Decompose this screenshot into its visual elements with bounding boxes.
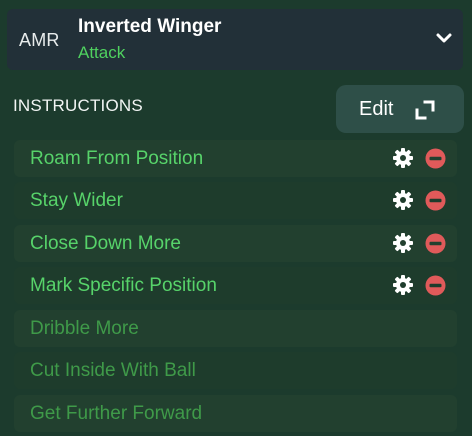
- role-selector[interactable]: AMR Inverted Winger Attack: [7, 9, 463, 70]
- role-name: Inverted Winger: [78, 16, 222, 37]
- gear-icon[interactable]: [392, 274, 414, 296]
- instruction-row-active[interactable]: Stay Wider: [14, 182, 457, 219]
- position-abbreviation: AMR: [19, 30, 60, 50]
- instruction-row-active[interactable]: Mark Specific Position: [14, 267, 457, 304]
- instruction-label: Close Down More: [30, 233, 181, 254]
- instruction-label: Dribble More: [30, 318, 139, 339]
- role-duty: Attack: [78, 43, 126, 62]
- edit-button[interactable]: Edit: [336, 85, 464, 133]
- instruction-row-active[interactable]: Roam From Position: [14, 140, 457, 177]
- remove-icon[interactable]: [425, 148, 446, 169]
- remove-icon[interactable]: [425, 190, 446, 211]
- edit-button-label: Edit: [359, 98, 394, 120]
- gear-icon[interactable]: [392, 232, 414, 254]
- gear-icon[interactable]: [392, 189, 414, 211]
- gear-icon[interactable]: [392, 147, 414, 169]
- remove-icon[interactable]: [425, 233, 446, 254]
- instruction-row-inactive[interactable]: Get Further Forward: [14, 395, 457, 432]
- instruction-label: Roam From Position: [30, 148, 204, 169]
- instruction-row-active[interactable]: Close Down More: [14, 225, 457, 262]
- instructions-title: INSTRUCTIONS: [13, 96, 143, 115]
- instruction-label: Stay Wider: [30, 190, 123, 211]
- expand-icon: [415, 100, 435, 120]
- instruction-row-inactive[interactable]: Cut Inside With Ball: [14, 352, 457, 389]
- remove-icon[interactable]: [425, 275, 446, 296]
- instruction-label: Mark Specific Position: [30, 275, 217, 296]
- instruction-row-inactive[interactable]: Dribble More: [14, 310, 457, 347]
- instruction-label: Get Further Forward: [30, 403, 203, 424]
- chevron-down-icon[interactable]: [435, 31, 453, 45]
- instruction-label: Cut Inside With Ball: [30, 360, 196, 381]
